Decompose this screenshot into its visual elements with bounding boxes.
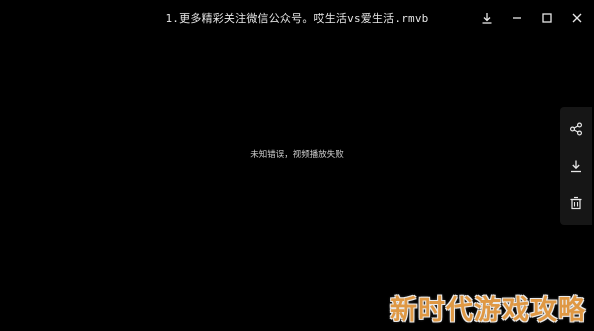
download-icon (571, 160, 581, 173)
title-bar: 1.更多精彩关注微信公众号。哎生活vs爱生活.rmvb (0, 0, 594, 36)
playback-error-message: 未知错误，视频播放失败 (250, 150, 344, 160)
window-controls (476, 8, 588, 28)
download-button[interactable] (476, 8, 498, 28)
delete-button[interactable] (564, 191, 588, 215)
close-button[interactable] (566, 8, 588, 28)
trash-icon (570, 196, 582, 209)
download-icon (482, 13, 492, 24)
video-player-window: 1.更多精彩关注微信公众号。哎生活vs爱生活.rmvb 未知错误，视频播放失败 … (0, 0, 594, 331)
minimize-button[interactable] (506, 8, 528, 28)
side-action-panel (560, 107, 592, 225)
share-icon (570, 122, 583, 136)
watermark-logo: 新时代游戏攻略 (390, 295, 586, 326)
share-button[interactable] (564, 117, 588, 141)
maximize-button[interactable] (536, 8, 558, 28)
close-icon (572, 13, 582, 23)
minimize-icon (513, 17, 521, 19)
save-button[interactable] (564, 154, 588, 178)
maximize-icon (542, 13, 552, 23)
